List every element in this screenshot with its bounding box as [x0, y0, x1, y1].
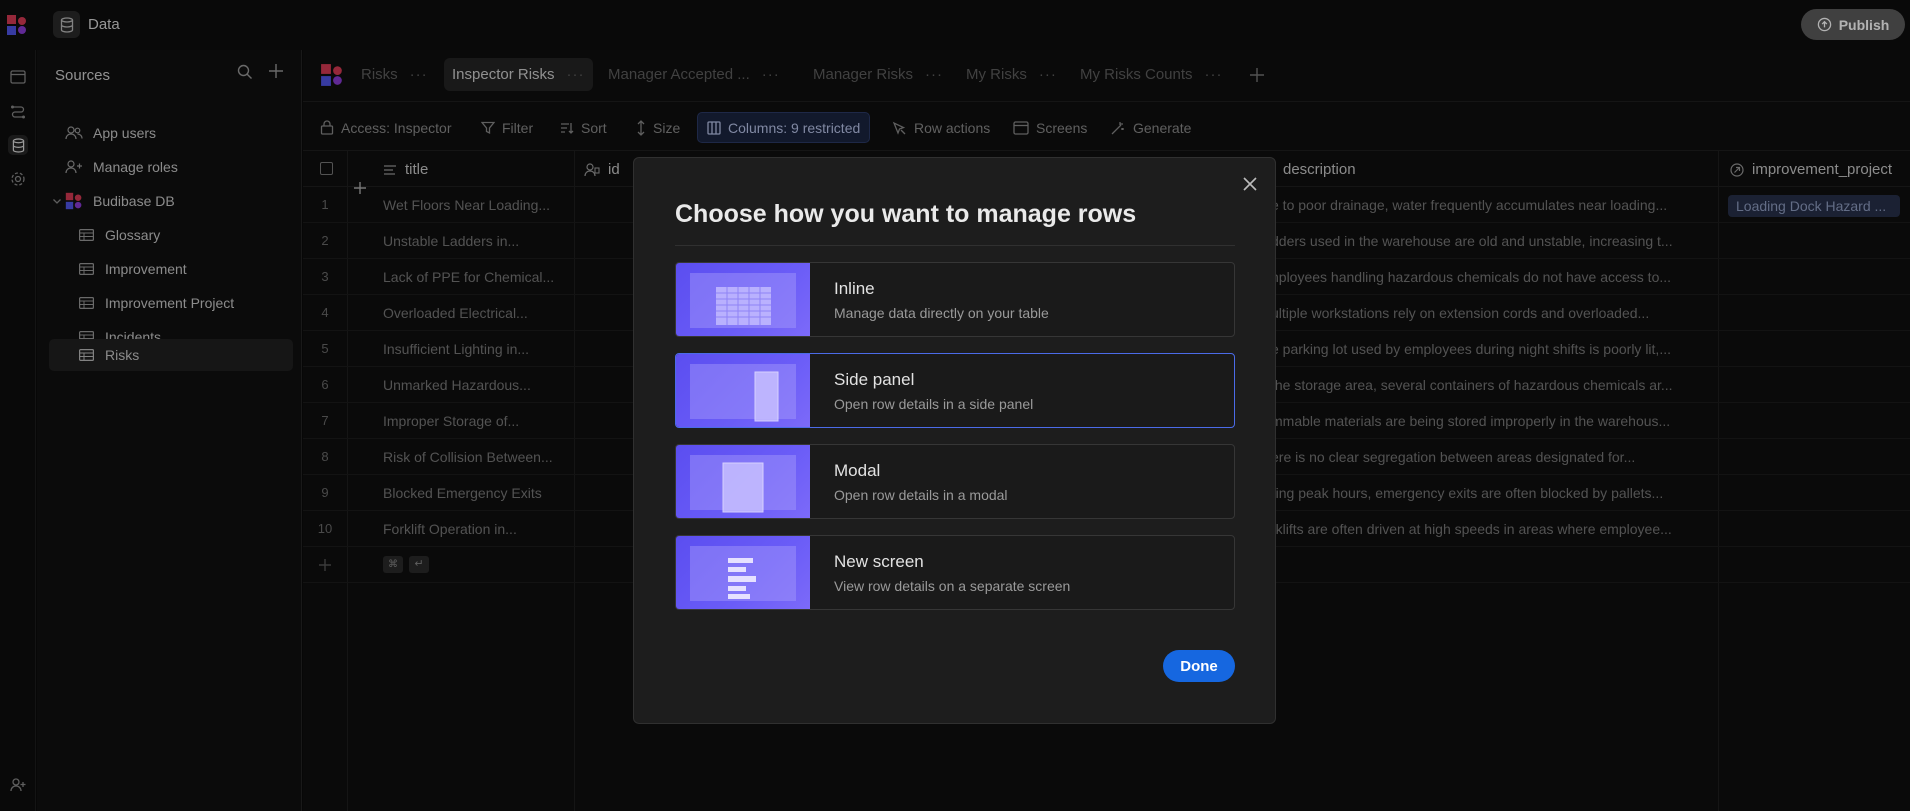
option-description: Manage data directly on your table — [834, 305, 1049, 321]
new-screen-preview — [676, 536, 810, 609]
modal-title: Choose how you want to manage rows — [675, 200, 1137, 228]
option-side-panel[interactable]: Side panel Open row details in a side pa… — [675, 353, 1235, 428]
close-icon[interactable] — [1240, 174, 1260, 194]
option-modal[interactable]: Modal Open row details in a modal — [675, 444, 1235, 519]
divider — [675, 245, 1235, 246]
option-inline[interactable]: Inline Manage data directly on your tabl… — [675, 262, 1235, 337]
option-description: Open row details in a side panel — [834, 396, 1034, 412]
option-description: View row details on a separate screen — [834, 578, 1071, 594]
option-new-screen[interactable]: New screen View row details on a separat… — [675, 535, 1235, 610]
option-description: Open row details in a modal — [834, 487, 1008, 503]
inline-preview — [676, 263, 810, 336]
modal-preview — [676, 445, 810, 518]
option-label: New screen — [834, 552, 924, 571]
option-label: Modal — [834, 461, 881, 480]
done-button[interactable]: Done — [1163, 650, 1235, 682]
option-label: Side panel — [834, 370, 915, 389]
option-label: Inline — [834, 279, 875, 298]
manage-rows-modal: Choose how you want to manage rows Inlin… — [633, 157, 1276, 724]
side-panel-preview — [676, 354, 810, 427]
